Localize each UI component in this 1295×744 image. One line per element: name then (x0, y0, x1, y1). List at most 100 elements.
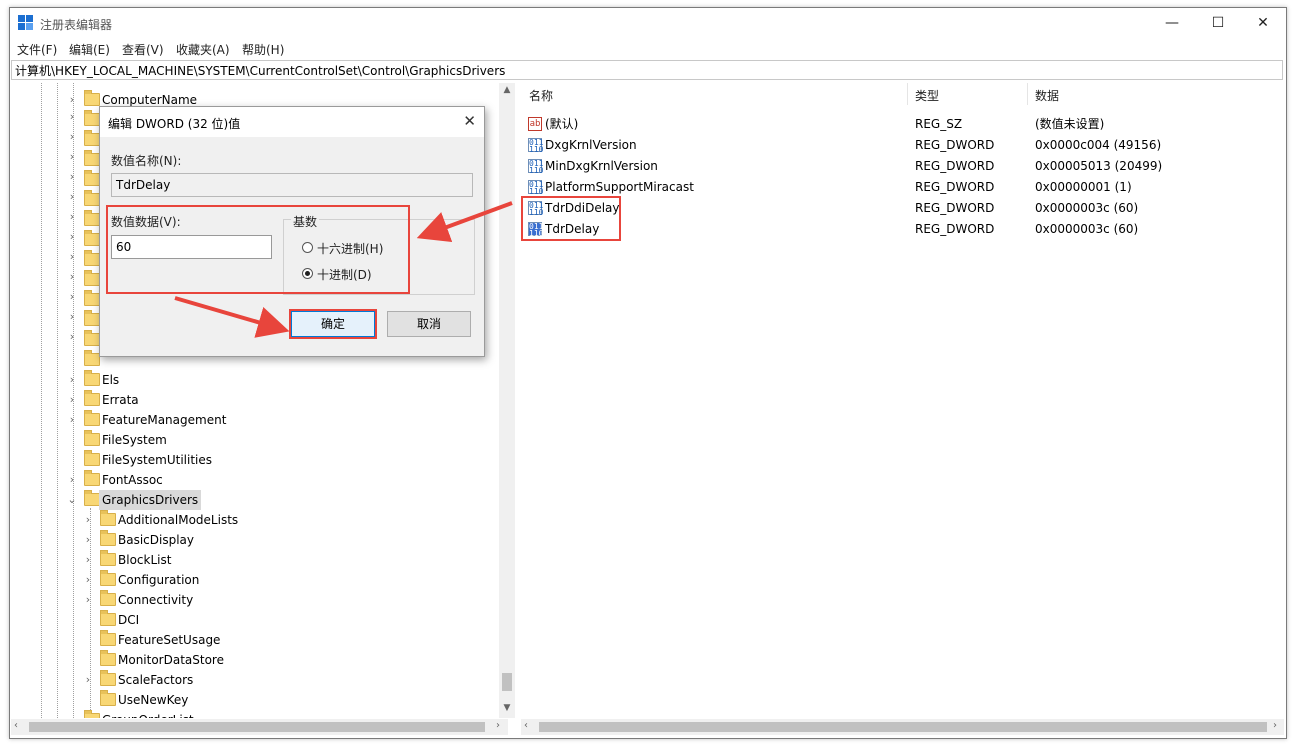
tree-item-label: UseNewKey (118, 693, 189, 707)
menu-file[interactable]: 文件(F) (17, 41, 57, 58)
scroll-thumb[interactable] (539, 722, 1267, 732)
chevron-right-icon[interactable]: › (83, 570, 93, 590)
folder-icon (100, 610, 116, 626)
binary-value-icon: 011 110 (528, 159, 544, 175)
column-header-name[interactable]: 名称 (529, 87, 553, 104)
tree-child-item[interactable]: DCI (11, 610, 491, 630)
title-bar: 注册表编辑器 — ☐ ✕ (10, 8, 1286, 38)
list-item[interactable]: 011 110 DxgKrnlVersion REG_DWORD 0x0000c0… (521, 135, 1281, 156)
chevron-right-icon[interactable]: › (67, 170, 77, 190)
chevron-right-icon[interactable]: › (67, 250, 77, 270)
tree-item-label: Els (102, 373, 120, 387)
folder-icon (84, 430, 100, 446)
chevron-right-icon[interactable]: › (67, 310, 77, 330)
chevron-right-icon[interactable]: › (67, 150, 77, 170)
cancel-button[interactable]: 取消 (387, 311, 471, 337)
tree-child-item[interactable]: › BasicDisplay (11, 530, 491, 550)
value-name-field[interactable]: TdrDelay (111, 173, 473, 197)
tree-child-item[interactable]: › BlockList (11, 550, 491, 570)
tree-child-item[interactable]: › AdditionalModeLists (11, 510, 491, 530)
chevron-right-icon[interactable]: › (67, 90, 77, 110)
chevron-right-icon[interactable]: › (83, 590, 93, 610)
chevron-right-icon[interactable]: › (67, 210, 77, 230)
menu-favorites[interactable]: 收藏夹(A) (176, 41, 230, 58)
close-button[interactable]: ✕ (1240, 8, 1286, 38)
chevron-right-icon[interactable]: › (67, 330, 77, 350)
list-item[interactable]: ab (默认) REG_SZ (数值未设置) (521, 114, 1281, 135)
tree-item[interactable]: › Errata (11, 390, 491, 410)
address-bar[interactable]: 计算机\HKEY_LOCAL_MACHINE\SYSTEM\CurrentCon… (11, 60, 1283, 80)
tree-child-item[interactable]: UseNewKey (11, 690, 491, 710)
scroll-left-icon[interactable]: ‹ (14, 720, 18, 731)
column-header-data[interactable]: 数据 (1035, 87, 1059, 104)
tree-child-item[interactable]: MonitorDataStore (11, 650, 491, 670)
chevron-right-icon[interactable]: › (67, 110, 77, 130)
folder-icon (84, 230, 100, 246)
tree-horizontal-scrollbar[interactable]: ‹ › (11, 719, 508, 735)
list-item[interactable]: 011 110 TdrDelay REG_DWORD 0x0000003c (60… (521, 219, 1281, 240)
menu-help[interactable]: 帮助(H) (242, 41, 284, 58)
menu-edit[interactable]: 编辑(E) (69, 41, 110, 58)
chevron-right-icon[interactable]: › (83, 550, 93, 570)
tree-child-item[interactable]: › Configuration (11, 570, 491, 590)
tree-item[interactable]: FileSystem (11, 430, 491, 450)
scroll-right-icon[interactable]: › (496, 720, 500, 731)
folder-icon (84, 270, 100, 286)
tree-child-item[interactable]: › Connectivity (11, 590, 491, 610)
list-item[interactable]: 011 110 PlatformSupportMiracast REG_DWORD… (521, 177, 1281, 198)
tree-item[interactable]: FileSystemUtilities (11, 450, 491, 470)
tree-item-label: ScaleFactors (118, 673, 194, 687)
list-horizontal-scrollbar[interactable]: ‹ › (521, 719, 1284, 735)
chevron-right-icon[interactable]: › (67, 410, 77, 430)
chevron-right-icon[interactable]: › (67, 130, 77, 150)
chevron-right-icon[interactable]: › (83, 530, 93, 550)
folder-icon (84, 490, 100, 506)
value-data: 0x00000001 (1) (1035, 180, 1132, 194)
value-data: 0x00005013 (20499) (1035, 159, 1163, 173)
maximize-button[interactable]: ☐ (1195, 8, 1241, 38)
folder-icon (100, 690, 116, 706)
tree-vertical-scrollbar[interactable]: ▲ ▼ (499, 83, 515, 718)
chevron-right-icon[interactable]: › (67, 470, 77, 490)
chevron-right-icon[interactable]: › (67, 230, 77, 250)
value-data: 0x0000003c (60) (1035, 222, 1139, 236)
scroll-thumb[interactable] (502, 673, 512, 691)
list-item[interactable]: 011 110 TdrDdiDelay REG_DWORD 0x0000003c … (521, 198, 1281, 219)
tree-child-item[interactable]: FeatureSetUsage (11, 630, 491, 650)
chevron-right-icon[interactable]: › (67, 190, 77, 210)
values-list[interactable]: 名称 类型 数据 ab (默认) REG_SZ (数值未设置) 011 110 D… (521, 83, 1284, 718)
list-item[interactable]: 011 110 MinDxgKrnlVersion REG_DWORD 0x000… (521, 156, 1281, 177)
tree-item-label: FileSystemUtilities (102, 453, 212, 467)
value-data: (数值未设置) (1035, 117, 1105, 131)
tree-child-item[interactable]: › ScaleFactors (11, 670, 491, 690)
value-name-label: 数值名称(N): (111, 154, 182, 168)
tree-item-label: FeatureSetUsage (118, 633, 221, 647)
close-icon[interactable]: ✕ (463, 112, 476, 130)
chevron-right-icon[interactable]: › (83, 510, 93, 530)
folder-icon (84, 250, 100, 266)
chevron-right-icon[interactable]: › (83, 670, 93, 690)
tree-item-label: Configuration (118, 573, 200, 587)
tree-item[interactable]: › Els (11, 370, 491, 390)
chevron-right-icon[interactable]: › (67, 370, 77, 390)
folder-icon (84, 130, 100, 146)
highlight-box-ok (289, 309, 377, 339)
scroll-up-icon[interactable]: ▲ (499, 85, 515, 95)
tree-item[interactable]: › FontAssoc (11, 470, 491, 490)
scroll-thumb[interactable] (29, 722, 485, 732)
folder-icon (84, 90, 100, 106)
tree-item[interactable]: › FeatureManagement (11, 410, 491, 430)
minimize-button[interactable]: — (1149, 8, 1195, 38)
scroll-down-icon[interactable]: ▼ (499, 703, 515, 713)
tree-item-selected[interactable]: ⌄ GraphicsDrivers (11, 490, 491, 510)
chevron-right-icon[interactable]: › (67, 290, 77, 310)
folder-icon (84, 450, 100, 466)
scroll-right-icon[interactable]: › (1273, 720, 1277, 731)
chevron-right-icon[interactable]: › (67, 270, 77, 290)
scroll-left-icon[interactable]: ‹ (524, 720, 528, 731)
tree-item[interactable]: GroupOrderList (11, 710, 491, 718)
chevron-down-icon[interactable]: ⌄ (67, 490, 77, 510)
chevron-right-icon[interactable]: › (67, 390, 77, 410)
column-header-type[interactable]: 类型 (915, 87, 939, 104)
menu-view[interactable]: 查看(V) (122, 41, 164, 58)
